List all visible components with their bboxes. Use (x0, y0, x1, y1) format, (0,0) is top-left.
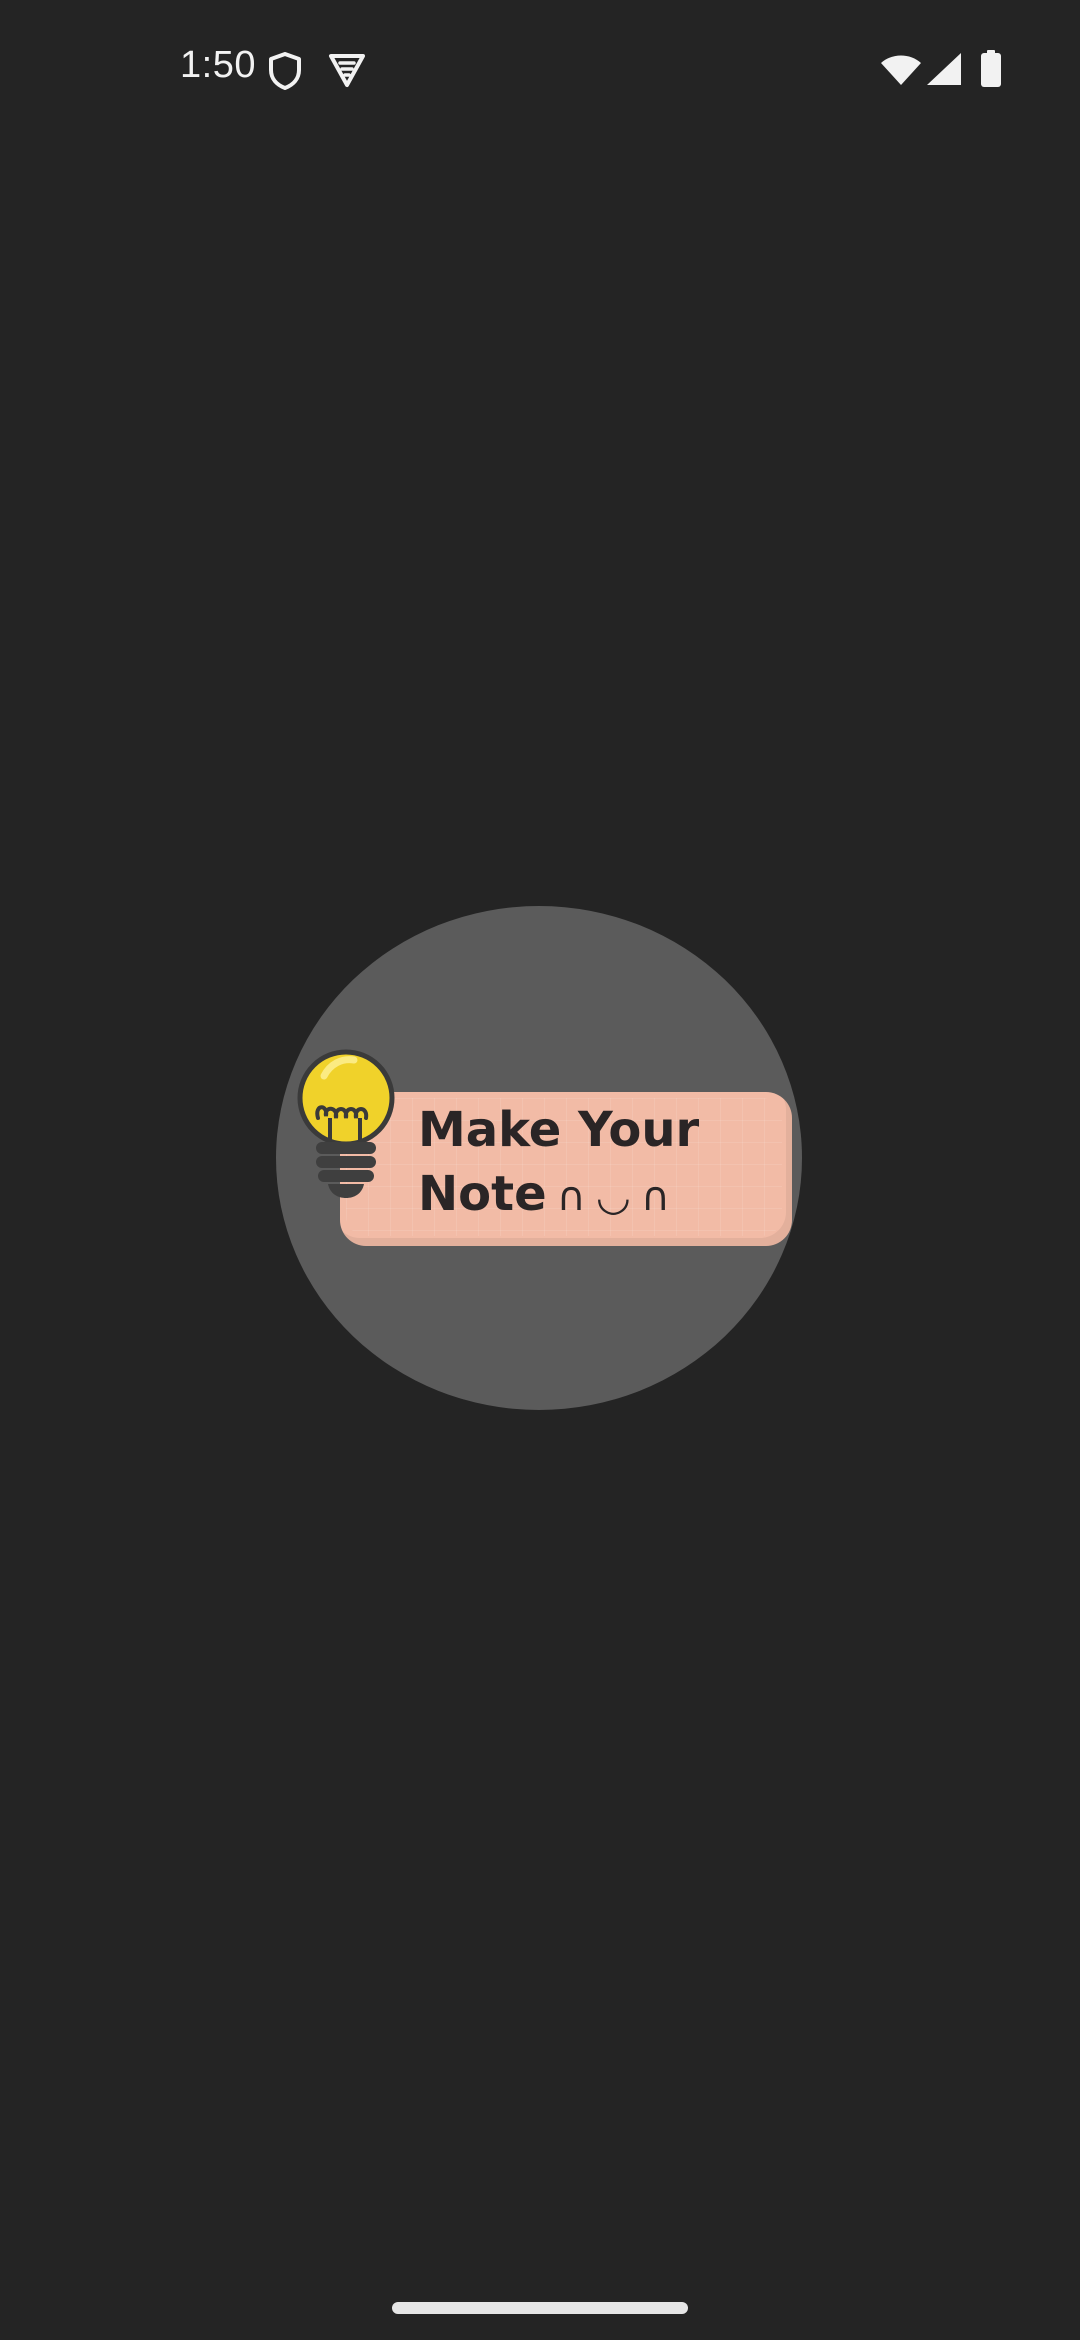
logo-banner: Make Your Note ∩◡∩ (340, 1092, 792, 1246)
shield-icon (269, 52, 301, 90)
gesture-navigation-handle[interactable] (392, 2302, 688, 2314)
status-time: 1:50 (180, 44, 256, 86)
wifi-icon (881, 55, 921, 85)
logo-smile-face: ∩◡∩ (556, 1174, 681, 1220)
vpn-icon (329, 54, 365, 87)
splash-logo: Make Your Note ∩◡∩ (276, 906, 802, 1410)
signal-icon (927, 53, 961, 85)
battery-icon (981, 50, 1001, 87)
lightbulb-icon (297, 1049, 395, 1198)
status-bar: 1:50 (0, 0, 1080, 140)
logo-title-line-1: Make Your (418, 1102, 700, 1158)
logo-title-line-2: Note ∩◡∩ (418, 1166, 680, 1222)
logo-title-word: Note (418, 1166, 547, 1222)
